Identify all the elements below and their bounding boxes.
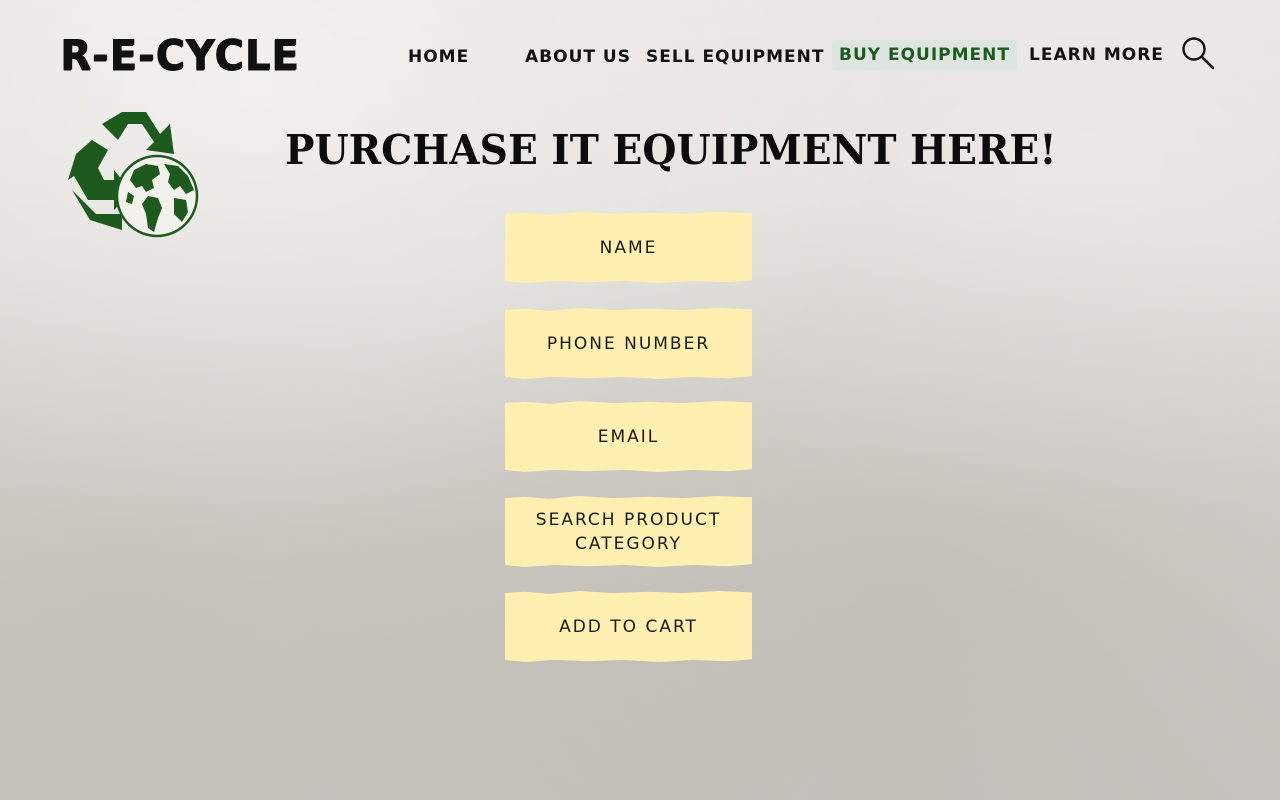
search-icon[interactable] — [1181, 36, 1215, 70]
phone-number-field[interactable]: PHONE NUMBER — [505, 308, 752, 379]
email-field[interactable]: EMAIL — [505, 401, 752, 472]
main-nav: HOME ABOUT US SELL EQUIPMENT BUY EQUIPME… — [0, 40, 1280, 72]
nav-home[interactable]: HOME — [408, 42, 469, 72]
nav-learn-more[interactable]: LEARN MORE — [1029, 40, 1164, 70]
search-product-category-field[interactable]: SEARCH PRODUCT CATEGORY — [505, 496, 752, 567]
nav-buy-equipment[interactable]: BUY EQUIPMENT — [832, 40, 1017, 70]
page-title: PURCHASE IT EQUIPMENT HERE! — [285, 126, 1057, 174]
name-field[interactable]: NAME — [505, 212, 752, 283]
nav-sell-equipment[interactable]: SELL EQUIPMENT — [646, 42, 824, 72]
recycle-globe-icon — [62, 110, 200, 240]
nav-about-us[interactable]: ABOUT US — [525, 42, 631, 72]
add-to-cart-button[interactable]: ADD TO CART — [505, 591, 752, 662]
